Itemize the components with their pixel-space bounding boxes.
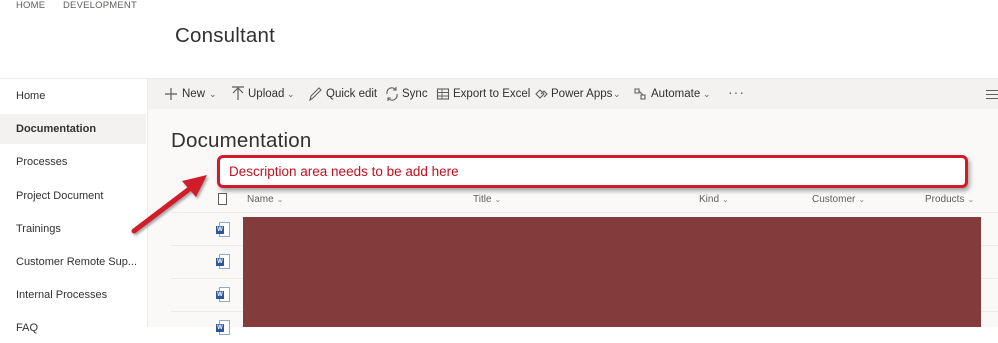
automate-label: Automate (651, 88, 701, 100)
column-header-name[interactable]: Name ⌄ (247, 194, 283, 205)
word-doc-icon[interactable]: W (216, 254, 230, 269)
power-apps-button[interactable]: Power Apps ⌄ (535, 79, 625, 109)
sidebar-item-internal-processes[interactable]: Internal Processes (0, 280, 146, 310)
file-type-column-icon[interactable] (218, 193, 227, 205)
chevron-down-icon: ⌄ (967, 195, 975, 204)
sidebar-item-customer-remote-support[interactable]: Customer Remote Sup... (0, 247, 146, 277)
header-divider-line (171, 212, 998, 213)
library-title: Documentation (171, 129, 312, 152)
new-button[interactable]: New ⌄ (164, 79, 224, 109)
top-nav-home-link[interactable]: HOME (16, 0, 45, 11)
chevron-down-icon: ⌄ (276, 195, 284, 204)
top-nav-development-link[interactable]: DEVELOPMENT (63, 0, 137, 11)
site-title[interactable]: Consultant (175, 24, 275, 48)
chevron-down-icon: ⌄ (494, 195, 502, 204)
chevron-down-icon: ⌄ (287, 89, 295, 99)
word-doc-icon[interactable]: W (216, 287, 230, 302)
automate-button[interactable]: Automate ⌄ (633, 79, 715, 109)
column-header-products[interactable]: Products ⌄ (925, 194, 974, 205)
top-navigation: HOME DEVELOPMENT (0, 0, 998, 14)
quick-edit-button[interactable]: Quick edit (308, 79, 378, 109)
upload-label: Upload (248, 88, 285, 100)
annotation-callout: Description area needs to be add here (217, 155, 968, 188)
chevron-down-icon: ⌄ (703, 89, 711, 99)
export-to-excel-label: Export to Excel (453, 88, 531, 100)
sidebar-item-processes[interactable]: Processes (0, 147, 146, 177)
sync-icon (386, 87, 398, 101)
power-apps-label: Power Apps (551, 88, 613, 100)
sidebar-item-project-document[interactable]: Project Document (0, 181, 146, 211)
sidebar-item-home[interactable]: Home (0, 81, 146, 111)
excel-icon (436, 88, 450, 100)
left-navigation: Home Documentation Processes Project Doc… (0, 79, 148, 334)
pencil-icon (309, 87, 322, 102)
sidebar-item-documentation[interactable]: Documentation (0, 114, 146, 144)
chevron-down-icon: ⌄ (613, 89, 621, 99)
column-header-title[interactable]: Title ⌄ (473, 194, 501, 205)
export-to-excel-button[interactable]: Export to Excel (436, 79, 530, 109)
upload-icon (232, 86, 244, 100)
power-apps-icon (535, 89, 548, 99)
sync-label: Sync (402, 88, 428, 100)
column-header-customer[interactable]: Customer ⌄ (812, 194, 865, 205)
chevron-down-icon: ⌄ (858, 195, 866, 204)
command-bar: New ⌄ Upload ⌄ Quick edit Sync Export to… (148, 79, 998, 109)
new-label: New (182, 88, 206, 100)
chevron-down-icon: ⌄ (722, 195, 729, 204)
sidebar-item-faq[interactable]: FAQ (0, 313, 146, 343)
sidebar-item-trainings[interactable]: Trainings (0, 214, 146, 244)
view-options-icon[interactable] (986, 90, 998, 102)
chevron-down-icon: ⌄ (209, 89, 217, 99)
automate-icon (634, 88, 646, 100)
upload-button[interactable]: Upload ⌄ (231, 79, 301, 109)
quick-edit-label: Quick edit (326, 88, 378, 100)
word-doc-icon[interactable]: W (216, 320, 230, 335)
word-doc-icon[interactable]: W (216, 222, 230, 237)
more-options-button[interactable]: ··· (728, 79, 745, 109)
redacted-rows-block (243, 217, 981, 327)
column-header-kind[interactable]: Kind ⌄ (699, 194, 729, 205)
annotation-text: Description area needs to be add here (229, 164, 459, 179)
plus-icon (165, 88, 177, 100)
sync-button[interactable]: Sync (385, 79, 428, 109)
